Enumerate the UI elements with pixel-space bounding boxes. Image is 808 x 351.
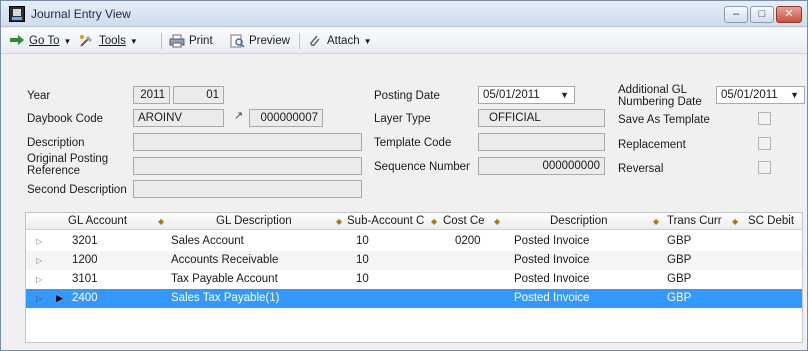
printer-icon bbox=[169, 34, 185, 48]
second-description-label: Second Description bbox=[27, 184, 127, 196]
sequence-number-field[interactable]: 000000000 bbox=[478, 157, 605, 175]
template-code-label: Template Code bbox=[374, 137, 452, 149]
preview-button[interactable]: Preview bbox=[229, 33, 290, 49]
year-field[interactable]: 2011 bbox=[133, 86, 170, 104]
additional-gl-date-dropdown[interactable]: 05/01/2011 ▼ bbox=[716, 86, 805, 104]
close-button[interactable]: ✕ bbox=[776, 6, 802, 23]
daybook-number-field[interactable]: 000000007 bbox=[249, 109, 323, 127]
table-row-selected[interactable]: ▷ ▶ 2400 Sales Tax Payable(1) Posted Inv… bbox=[26, 289, 802, 308]
year-label: Year bbox=[27, 90, 51, 102]
maximize-button[interactable]: □ bbox=[750, 6, 774, 23]
sort-icon[interactable]: ◆ bbox=[653, 213, 659, 230]
template-code-field[interactable] bbox=[478, 133, 605, 151]
preview-icon bbox=[229, 34, 245, 48]
replacement-label: Replacement bbox=[618, 139, 686, 151]
description-field[interactable] bbox=[133, 133, 362, 151]
expand-icon[interactable]: ▷ bbox=[36, 256, 42, 265]
current-row-indicator-icon: ▶ bbox=[56, 293, 63, 303]
save-as-template-label: Save As Template bbox=[618, 114, 710, 126]
column-header-description[interactable]: Description bbox=[550, 213, 620, 230]
sort-icon[interactable]: ◆ bbox=[336, 213, 342, 230]
daybook-code-label: Daybook Code bbox=[27, 113, 104, 125]
layer-type-label: Layer Type bbox=[374, 113, 431, 125]
expand-icon[interactable]: ▷ bbox=[36, 275, 42, 284]
sort-icon[interactable]: ◆ bbox=[158, 213, 164, 230]
chevron-down-icon: ▼ bbox=[560, 90, 569, 100]
sequence-number-label: Sequence Number bbox=[374, 161, 470, 173]
table-row[interactable]: ▷ 1200 Accounts Receivable 10 Posted Inv… bbox=[26, 251, 802, 270]
original-posting-reference-label: Original Posting Reference bbox=[27, 153, 109, 177]
journal-header-form: Year 2011 01 Daybook Code AROINV ↗ 00000… bbox=[1, 55, 807, 205]
posting-date-dropdown[interactable]: 05/01/2011 ▼ bbox=[478, 86, 575, 104]
column-header-cost-centre[interactable]: Cost Ce bbox=[443, 213, 491, 230]
period-field[interactable]: 01 bbox=[173, 86, 224, 104]
column-header-gl-description[interactable]: GL Description bbox=[216, 213, 326, 230]
goto-menu[interactable]: Go To ▼ bbox=[9, 33, 71, 49]
column-header-sc-debit[interactable]: SC Debit bbox=[748, 213, 802, 230]
toolbar-separator bbox=[299, 33, 300, 49]
posting-date-label: Posting Date bbox=[374, 90, 440, 102]
tools-icon bbox=[79, 34, 95, 48]
chevron-down-icon: ▼ bbox=[63, 36, 72, 46]
print-button[interactable]: Print bbox=[169, 33, 213, 49]
title-bar: Journal Entry View – □ ✕ bbox=[1, 1, 807, 27]
save-as-template-checkbox[interactable] bbox=[758, 112, 771, 125]
paperclip-icon bbox=[307, 34, 323, 48]
column-header-sub-account[interactable]: Sub-Account C bbox=[347, 213, 427, 230]
link-icon[interactable]: ↗ bbox=[234, 110, 246, 122]
layer-type-field[interactable]: OFFICIAL bbox=[478, 109, 605, 127]
chevron-down-icon: ▼ bbox=[129, 36, 138, 46]
app-icon bbox=[9, 6, 25, 22]
reversal-checkbox[interactable] bbox=[758, 161, 771, 174]
additional-gl-numbering-date-label: Additional GL Numbering Date bbox=[618, 84, 702, 108]
sort-icon[interactable]: ◆ bbox=[732, 213, 738, 230]
expand-icon[interactable]: ▷ bbox=[36, 237, 42, 246]
toolbar: Go To ▼ Tools ▼ Print Preview Attach ▼ bbox=[1, 28, 807, 54]
expand-icon[interactable]: ▷ bbox=[36, 294, 42, 303]
journal-entry-window: Journal Entry View – □ ✕ Go To ▼ Tools ▼… bbox=[0, 0, 808, 351]
table-row[interactable]: ▷ 3101 Tax Payable Account 10 Posted Inv… bbox=[26, 270, 802, 289]
second-description-field[interactable] bbox=[133, 180, 362, 198]
daybook-code-field[interactable]: AROINV bbox=[133, 109, 224, 127]
window-title: Journal Entry View bbox=[31, 7, 131, 21]
column-header-gl-account[interactable]: GL Account bbox=[68, 213, 148, 230]
attach-menu[interactable]: Attach ▼ bbox=[307, 33, 372, 49]
minimize-button[interactable]: – bbox=[724, 6, 748, 23]
journal-lines-grid: GL Account ◆ GL Description ◆ Sub-Accoun… bbox=[25, 212, 803, 343]
go-arrow-icon bbox=[9, 34, 25, 48]
table-row[interactable]: ▷ 3201 Sales Account 10 0200 Posted Invo… bbox=[26, 232, 802, 251]
sort-icon[interactable]: ◆ bbox=[494, 213, 500, 230]
original-posting-reference-field[interactable] bbox=[133, 157, 362, 175]
column-header-trans-curr[interactable]: Trans Curr bbox=[667, 213, 727, 230]
chevron-down-icon: ▼ bbox=[363, 36, 372, 46]
description-label: Description bbox=[27, 137, 85, 149]
sort-icon[interactable]: ◆ bbox=[431, 213, 437, 230]
chevron-down-icon: ▼ bbox=[790, 90, 799, 100]
reversal-label: Reversal bbox=[618, 163, 664, 175]
toolbar-separator bbox=[161, 33, 162, 49]
replacement-checkbox[interactable] bbox=[758, 137, 771, 150]
tools-menu[interactable]: Tools ▼ bbox=[79, 33, 138, 49]
grid-header: GL Account ◆ GL Description ◆ Sub-Accoun… bbox=[26, 213, 802, 230]
